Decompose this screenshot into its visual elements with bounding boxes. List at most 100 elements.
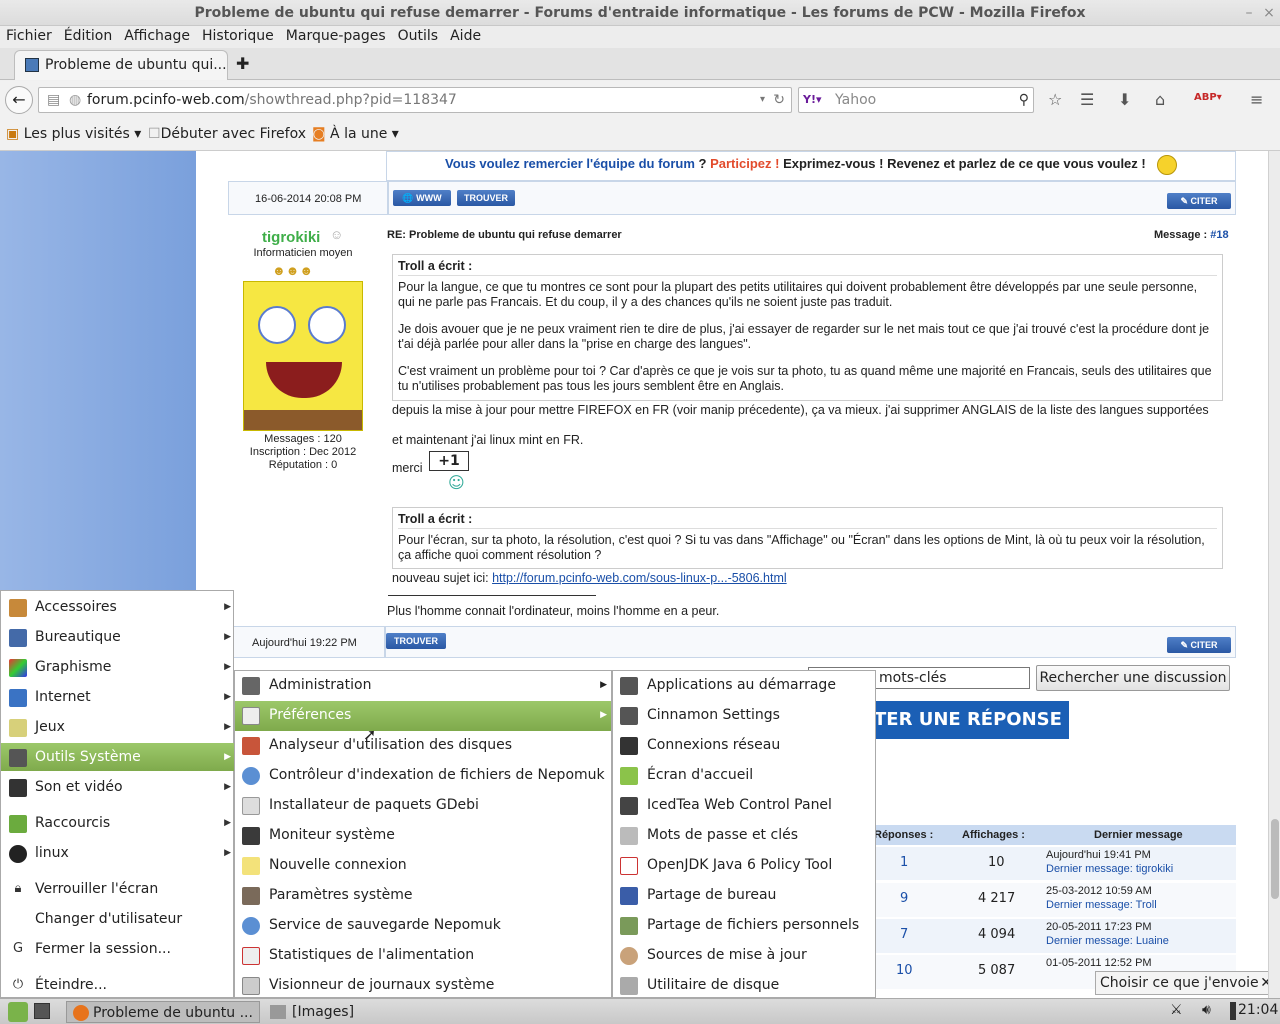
citer-button[interactable]: ✎ CITER (1167, 637, 1231, 653)
bookmark-a-la-une[interactable]: ◙ À la une ▾ (312, 126, 399, 142)
message-link[interactable]: #18 (1210, 229, 1228, 241)
new-tab-icon[interactable]: ✚ (236, 54, 249, 73)
submenu-system-settings[interactable]: Paramètres système (235, 881, 611, 911)
bookmark-star-icon[interactable]: ☆ (1048, 90, 1062, 109)
menu-cat-outils-systeme[interactable]: Outils Système ▶ (1, 743, 235, 771)
replies-count[interactable]: 10 (896, 963, 913, 978)
new-topic-link[interactable]: http://forum.pcinfo-web.com/sous-linux-p… (492, 571, 787, 585)
shutdown-item[interactable]: ⏻ Éteindre... (1, 971, 235, 999)
task-firefox[interactable]: Probleme de ubuntu ... (66, 1001, 260, 1023)
start-menu: Accessoires ▶ Bureautique ▶ Graphisme ▶ Int… (0, 590, 235, 999)
menu-outils[interactable]: Outils (392, 26, 444, 46)
back-icon[interactable]: ← (5, 86, 33, 114)
bookmark-plus-visites[interactable]: ▣ Les plus visités ▾ (6, 126, 141, 142)
submenu-preferences[interactable]: Préférences ▶ (235, 701, 611, 731)
hamburger-menu-icon[interactable]: ≡ (1250, 90, 1263, 109)
last-post-date: Aujourd'hui 19:41 PM (1046, 849, 1151, 861)
last-post-by[interactable]: Dernier message: Luaine (1046, 935, 1169, 947)
pref-desktop-sharing[interactable]: Partage de bureau (613, 881, 875, 911)
menu-bar: Fichier Édition Affichage Historique Marque-… (0, 26, 1280, 48)
lock-icon: 🔒︎ (14, 881, 22, 896)
www-button[interactable]: 🌐 WWW (393, 190, 451, 206)
menu-cat-internet[interactable]: Internet ▶ (1, 683, 235, 711)
scrollbar-thumb[interactable] (1271, 819, 1279, 899)
menu-cat-bureautique[interactable]: Bureautique ▶ (1, 623, 235, 651)
pref-file-sharing[interactable]: Partage de fichiers personnels (613, 911, 875, 941)
replies-count[interactable]: 7 (900, 927, 908, 942)
last-post-by[interactable]: Dernier message: tigrokiki (1046, 863, 1173, 875)
adblock-icon[interactable]: ABP▾ (1194, 92, 1222, 103)
task-images[interactable]: [Images] (266, 1001, 466, 1023)
choose-send-tooltip[interactable]: Choisir ce que j'envoie ✕ (1095, 971, 1268, 995)
lock-screen-item[interactable]: 🔒︎ Verrouiller l'écran (1, 875, 235, 903)
pref-icedtea[interactable]: IcedTea Web Control Panel (613, 791, 875, 821)
url-bar[interactable]: ▤ ◍ forum.pcinfo-web.com/showthread.php?… (38, 87, 792, 113)
bookmark-debuter-firefox[interactable]: ☐Débuter avec Firefox (148, 126, 306, 142)
close-window-icon[interactable]: × (1258, 0, 1280, 26)
submenu-administration[interactable]: Administration ▶ (235, 671, 611, 701)
tab-forum[interactable]: Probleme de ubuntu qui... (14, 50, 228, 80)
yahoo-icon[interactable]: Y!▾ (803, 88, 822, 112)
prev-post-footer: 🌐 WWW TROUVER ✎ CITER (388, 181, 1236, 215)
menu-cat-accessoires[interactable]: Accessoires ▶ (1, 593, 235, 621)
home-icon[interactable]: ⌂ (1155, 90, 1165, 109)
submenu-nepomuk-backup[interactable]: Service de sauvegarde Nepomuk (235, 911, 611, 941)
submenu-log-viewer[interactable]: Visionneur de journaux système (235, 971, 611, 1001)
submenu-gdebi[interactable]: Installateur de paquets GDebi (235, 791, 611, 821)
pref-update-sources[interactable]: Sources de mise à jour (613, 941, 875, 971)
submenu-system-monitor[interactable]: Moniteur système (235, 821, 611, 851)
pref-startup-apps[interactable]: Applications au démarrage (613, 671, 875, 701)
bookmarks-list-icon[interactable]: ☰ (1080, 90, 1094, 109)
reload-icon[interactable]: ↻ (773, 88, 785, 112)
show-desktop-icon[interactable] (34, 1003, 50, 1019)
graphics-icon (9, 659, 27, 677)
search-thread-button[interactable]: Rechercher une discussion (1036, 665, 1230, 691)
close-icon[interactable]: ✕ (1260, 972, 1268, 994)
search-icon[interactable]: ⚲ (1019, 88, 1029, 112)
pref-openjdk[interactable]: OpenJDK Java 6 Policy Tool (613, 851, 875, 881)
menu-fichier[interactable]: Fichier (0, 26, 58, 46)
menu-historique[interactable]: Historique (196, 26, 280, 46)
trouver-button[interactable]: TROUVER (457, 190, 515, 206)
menu-aide[interactable]: Aide (444, 26, 487, 46)
replies-count[interactable]: 1 (900, 855, 908, 870)
submenu-nepomuk-indexer[interactable]: Contrôleur d'indexation de fichiers de N… (235, 761, 611, 791)
menu-edition[interactable]: Édition (58, 26, 118, 46)
submenu-disk-usage[interactable]: Analyseur d'utilisation des disques (235, 731, 611, 761)
last-post-by[interactable]: Dernier message: Troll (1046, 899, 1157, 911)
banner-participez[interactable]: Participez ! (710, 156, 779, 171)
menu-marque-pages[interactable]: Marque-pages (280, 26, 392, 46)
pref-login-screen[interactable]: Écran d'accueil (613, 761, 875, 791)
switch-user-item[interactable]: Changer d'utilisateur (1, 905, 235, 933)
minimize-icon[interactable]: – (1238, 0, 1260, 26)
logout-item[interactable]: G Fermer la session... (1, 935, 235, 963)
trouver-button[interactable]: TROUVER (386, 633, 446, 649)
linux-icon (9, 845, 27, 863)
submenu-power-stats[interactable]: Statistiques de l'alimentation (235, 941, 611, 971)
battery-icon (1230, 1002, 1236, 1020)
menu-cat-son-video[interactable]: Son et vidéo ▶ (1, 773, 235, 801)
pref-passwords[interactable]: Mots de passe et clés (613, 821, 875, 851)
menu-cat-jeux[interactable]: Jeux ▶ (1, 713, 235, 741)
folder-icon (270, 1005, 286, 1019)
search-bar[interactable]: Y!▾ Yahoo ⚲ (798, 87, 1034, 113)
author-name[interactable]: tigrokiki (262, 229, 320, 246)
url-dropdown-icon[interactable]: ▾ (760, 88, 765, 112)
volume-icon[interactable]: 🔊︎ (1202, 1002, 1211, 1018)
menu-cat-linux[interactable]: linux ▶ (1, 839, 235, 867)
citer-button[interactable]: ✎ CITER (1167, 193, 1231, 209)
replies-count[interactable]: 9 (900, 891, 908, 906)
pref-disk-utility[interactable]: Utilitaire de disque (613, 971, 875, 1001)
menu-cat-graphisme[interactable]: Graphisme ▶ (1, 653, 235, 681)
network-tray-icon[interactable]: ⚔ (1170, 1002, 1183, 1018)
page-scrollbar[interactable] (1268, 151, 1280, 998)
menu-affichage[interactable]: Affichage (118, 26, 196, 46)
pref-cinnamon-settings[interactable]: Cinnamon Settings (613, 701, 875, 731)
url-path: /showthread.php?pid=118347 (244, 92, 457, 108)
download-icon[interactable]: ⬇ (1118, 90, 1131, 109)
menu-cat-raccourcis[interactable]: Raccourcis ▶ (1, 809, 235, 837)
menu-button-icon[interactable] (8, 1002, 28, 1022)
pref-network[interactable]: Connexions réseau (613, 731, 875, 761)
submenu-new-login[interactable]: Nouvelle connexion (235, 851, 611, 881)
clock[interactable]: 21:04 (1238, 1002, 1278, 1018)
